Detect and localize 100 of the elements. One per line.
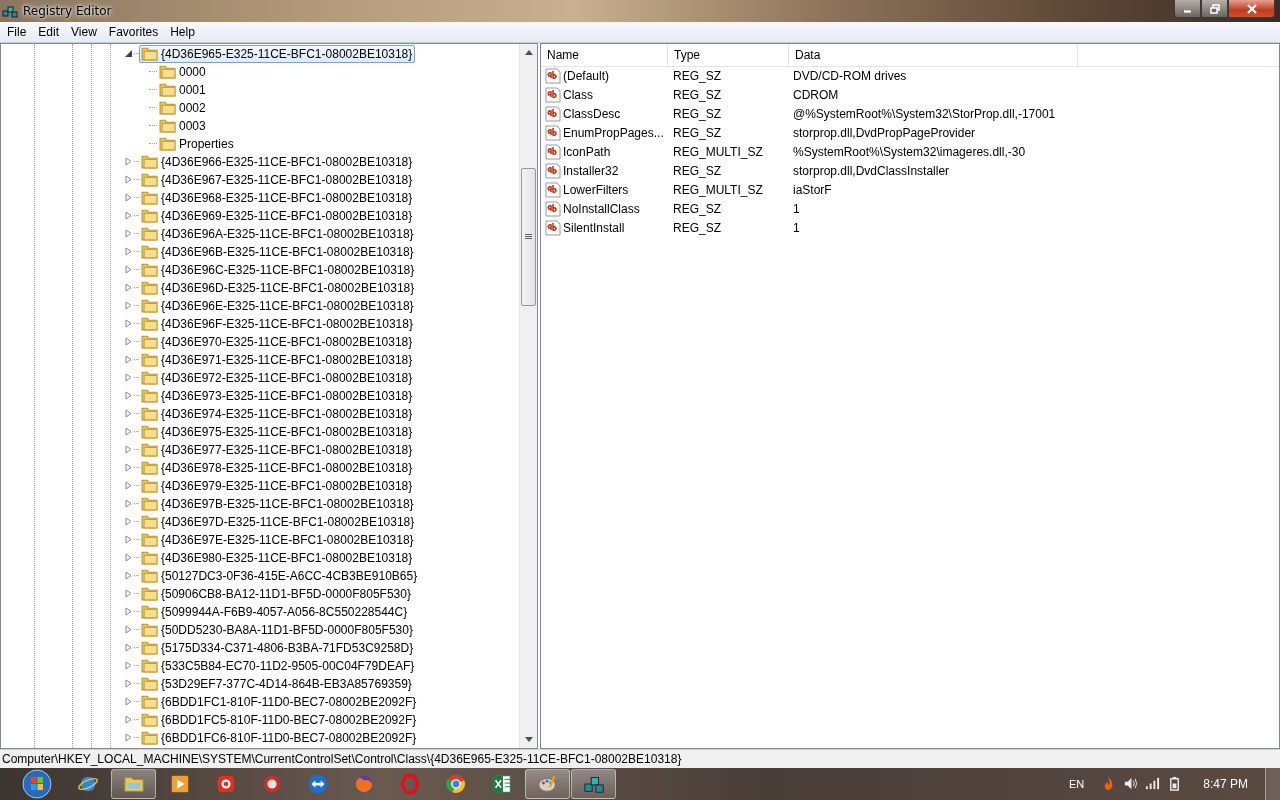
tree-item[interactable]: {4D36E965-E325-11CE-BFC1-08002BE10318} bbox=[139, 44, 416, 63]
tree-item[interactable]: {4D36E97D-E325-11CE-BFC1-08002BE10318} bbox=[139, 512, 418, 531]
value-name[interactable]: (Default) bbox=[563, 69, 609, 84]
tree-item[interactable]: {533C5B84-EC70-11D2-9505-00C04F79DEAF} bbox=[139, 656, 418, 675]
value-name[interactable]: EnumPropPages... bbox=[563, 126, 664, 141]
tree-item[interactable]: {4D36E968-E325-11CE-BFC1-08002BE10318} bbox=[139, 188, 416, 207]
value-name[interactable]: LowerFilters bbox=[563, 183, 629, 198]
expand-arrow-icon[interactable] bbox=[124, 625, 133, 635]
expand-arrow-icon[interactable] bbox=[124, 337, 133, 347]
tree-item[interactable]: {50906CB8-BA12-11D1-BF5D-0000F805F530} bbox=[139, 584, 414, 603]
expand-arrow-icon[interactable] bbox=[124, 697, 133, 707]
tree-item[interactable]: {4D36E966-E325-11CE-BFC1-08002BE10318} bbox=[139, 152, 416, 171]
expand-arrow-icon[interactable] bbox=[124, 427, 133, 437]
expand-arrow-icon[interactable] bbox=[124, 301, 133, 311]
tree-item[interactable]: {4D36E978-E325-11CE-BFC1-08002BE10318} bbox=[139, 458, 416, 477]
expand-arrow-icon[interactable] bbox=[124, 607, 133, 617]
tree-item[interactable]: {4D36E96D-E325-11CE-BFC1-08002BE10318} bbox=[139, 278, 418, 297]
tree-item[interactable]: {4D36E96C-E325-11CE-BFC1-08002BE10318} bbox=[139, 260, 418, 279]
tree-item[interactable]: {53D29EF7-377C-4D14-864B-EB3A85769359} bbox=[139, 674, 415, 693]
language-indicator[interactable]: EN bbox=[1069, 778, 1085, 790]
tree-item[interactable]: {4D36E975-E325-11CE-BFC1-08002BE10318} bbox=[139, 422, 416, 441]
expand-arrow-icon[interactable] bbox=[124, 409, 133, 419]
expand-arrow-icon[interactable] bbox=[124, 661, 133, 671]
scroll-down-icon[interactable] bbox=[524, 737, 533, 742]
tree-item[interactable]: {4D36E972-E325-11CE-BFC1-08002BE10318} bbox=[139, 368, 416, 387]
expand-arrow-icon[interactable] bbox=[124, 571, 133, 581]
value-name[interactable]: Installer32 bbox=[563, 164, 619, 179]
value-name[interactable]: Class bbox=[563, 88, 593, 103]
tree-item[interactable]: {50127DC3-0F36-415E-A6CC-4CB3BE910B65} bbox=[139, 566, 421, 585]
tree-item[interactable]: {4D36E969-E325-11CE-BFC1-08002BE10318} bbox=[139, 206, 416, 225]
tree-item[interactable]: {4D36E971-E325-11CE-BFC1-08002BE10318} bbox=[139, 350, 416, 369]
tree-item[interactable]: Properties bbox=[157, 134, 237, 153]
expand-arrow-icon[interactable] bbox=[124, 517, 133, 527]
expand-arrow-icon[interactable] bbox=[124, 175, 133, 185]
scroll-up-icon[interactable] bbox=[524, 49, 533, 55]
expand-arrow-icon[interactable] bbox=[124, 445, 133, 455]
tree-item[interactable]: {6BDD1FC5-810F-11D0-BEC7-08002BE2092F} bbox=[139, 710, 420, 729]
collapse-arrow-icon[interactable] bbox=[124, 49, 133, 59]
expand-arrow-icon[interactable] bbox=[124, 211, 133, 221]
expand-arrow-icon[interactable] bbox=[124, 391, 133, 401]
menu-item[interactable]: Help bbox=[164, 24, 201, 39]
show-desktop-button[interactable] bbox=[1265, 768, 1280, 800]
restore-button[interactable] bbox=[1201, 0, 1228, 18]
tree-item[interactable]: {4D36E970-E325-11CE-BFC1-08002BE10318} bbox=[139, 332, 416, 351]
tree-item[interactable]: {4D36E96E-E325-11CE-BFC1-08002BE10318} bbox=[139, 296, 417, 315]
tree-item[interactable]: {4D36E974-E325-11CE-BFC1-08002BE10318} bbox=[139, 404, 416, 423]
expand-arrow-icon[interactable] bbox=[124, 535, 133, 545]
tree-item[interactable]: {6BDD1FC6-810F-11D0-BEC7-08002BE2092F} bbox=[139, 728, 420, 747]
expand-arrow-icon[interactable] bbox=[124, 733, 133, 743]
value-name[interactable]: SilentInstall bbox=[563, 221, 625, 236]
expand-arrow-icon[interactable] bbox=[124, 499, 133, 509]
expand-arrow-icon[interactable] bbox=[124, 715, 133, 725]
expand-arrow-icon[interactable] bbox=[124, 553, 133, 563]
tree-item[interactable]: {4D36E97E-E325-11CE-BFC1-08002BE10318} bbox=[139, 530, 417, 549]
tree-item[interactable]: {50DD5230-BA8A-11D1-BF5D-0000F805F530} bbox=[139, 620, 416, 639]
expand-arrow-icon[interactable] bbox=[124, 229, 133, 239]
signal-bars-icon[interactable] bbox=[1145, 776, 1161, 792]
clock[interactable]: 8:47 PM bbox=[1203, 777, 1248, 791]
value-name[interactable]: IconPath bbox=[563, 145, 611, 160]
expand-arrow-icon[interactable] bbox=[124, 193, 133, 203]
expand-arrow-icon[interactable] bbox=[124, 643, 133, 653]
menu-item[interactable]: File bbox=[1, 24, 33, 39]
folder-app-button[interactable] bbox=[111, 769, 156, 799]
tree-item[interactable]: {4D36E96F-E325-11CE-BFC1-08002BE10318} bbox=[139, 314, 416, 333]
tree-item[interactable]: {4D36E980-E325-11CE-BFC1-08002BE10318} bbox=[139, 548, 416, 567]
expand-arrow-icon[interactable] bbox=[124, 265, 133, 275]
palette-app-button[interactable] bbox=[525, 769, 570, 799]
tree-item[interactable]: {5099944A-F6B9-4057-A056-8C550228544C} bbox=[139, 602, 411, 621]
tree-item[interactable]: 0003 bbox=[157, 116, 209, 135]
tree-item[interactable]: {4D36E97B-E325-11CE-BFC1-08002BE10318} bbox=[139, 494, 417, 513]
minimize-button[interactable] bbox=[1174, 0, 1201, 18]
expand-arrow-icon[interactable] bbox=[124, 157, 133, 167]
value-name[interactable]: NoInstallClass bbox=[563, 202, 640, 217]
tree-item[interactable]: {6BDD1FC1-810F-11D0-BEC7-08002BE2092F} bbox=[139, 692, 420, 711]
expand-arrow-icon[interactable] bbox=[124, 283, 133, 293]
tree-item[interactable]: 0001 bbox=[157, 80, 209, 99]
expand-arrow-icon[interactable] bbox=[124, 481, 133, 491]
tree-item[interactable]: {4D36E96A-E325-11CE-BFC1-08002BE10318} bbox=[139, 224, 417, 243]
expand-arrow-icon[interactable] bbox=[124, 373, 133, 383]
tree-item[interactable]: {4D36E96B-E325-11CE-BFC1-08002BE10318} bbox=[139, 242, 417, 261]
cubes-app-button[interactable] bbox=[571, 769, 616, 799]
menu-item[interactable]: Edit bbox=[32, 24, 66, 39]
close-button[interactable] bbox=[1228, 0, 1275, 18]
expand-arrow-icon[interactable] bbox=[124, 319, 133, 329]
expand-arrow-icon[interactable] bbox=[124, 463, 133, 473]
tree-item[interactable]: {4D36E977-E325-11CE-BFC1-08002BE10318} bbox=[139, 440, 416, 459]
tree-item[interactable]: {5175D334-C371-4806-B3BA-71FD53C9258D} bbox=[139, 638, 417, 657]
menu-item[interactable]: View bbox=[65, 24, 103, 39]
expand-arrow-icon[interactable] bbox=[124, 679, 133, 689]
tree-item[interactable]: {4D36E979-E325-11CE-BFC1-08002BE10318} bbox=[139, 476, 416, 495]
menu-item[interactable]: Favorites bbox=[102, 24, 165, 39]
tree-item[interactable]: 0000 bbox=[157, 62, 209, 81]
value-name[interactable]: ClassDesc bbox=[563, 107, 621, 122]
expand-arrow-icon[interactable] bbox=[124, 355, 133, 365]
expand-arrow-icon[interactable] bbox=[124, 589, 133, 599]
scrollbar-thumb[interactable] bbox=[521, 167, 536, 306]
tree-item[interactable]: {4D36E973-E325-11CE-BFC1-08002BE10318} bbox=[139, 386, 416, 405]
tree-item[interactable]: 0002 bbox=[157, 98, 209, 117]
expand-arrow-icon[interactable] bbox=[124, 247, 133, 257]
tree-item[interactable]: {4D36E967-E325-11CE-BFC1-08002BE10318} bbox=[139, 170, 416, 189]
